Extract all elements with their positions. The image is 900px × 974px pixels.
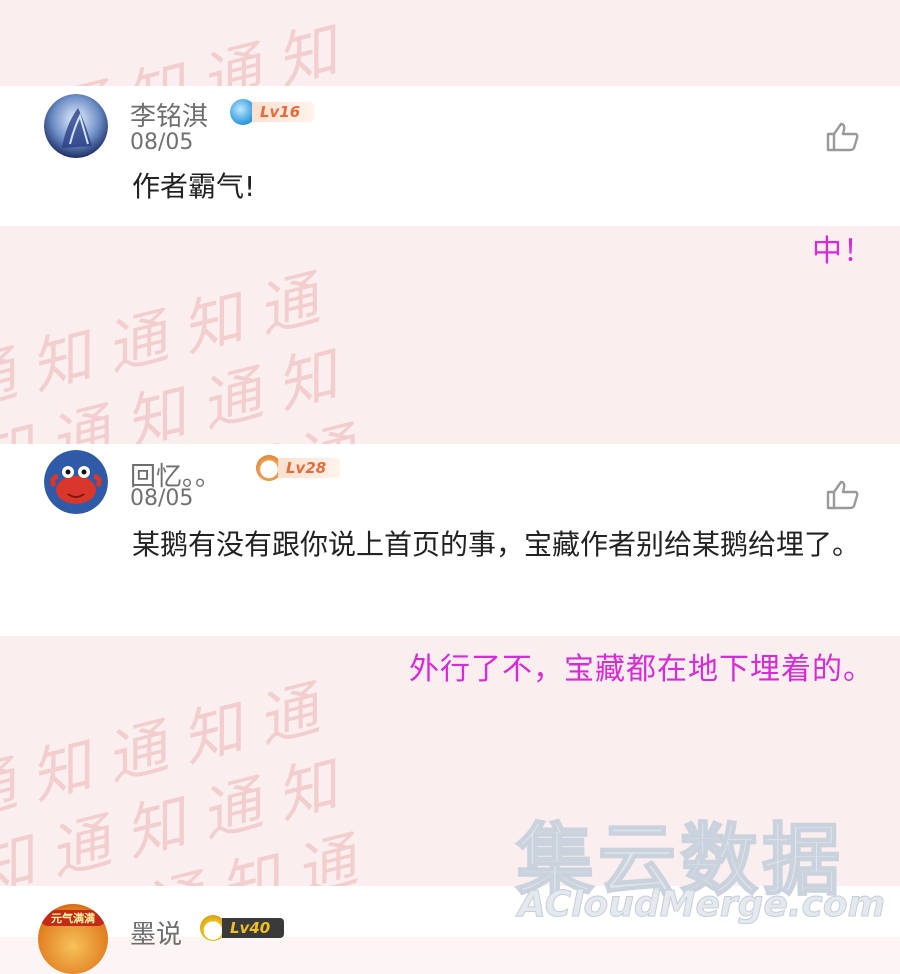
watermark-text: 通知通知通 知通知通知 通知通知通	[0, 259, 381, 444]
username[interactable]: 墨说	[130, 914, 182, 951]
level-label: Lv28	[278, 458, 341, 478]
like-button[interactable]	[826, 122, 860, 152]
level-badge: Lv40	[200, 915, 285, 941]
thumbs-up-icon	[826, 122, 859, 152]
comment-card: 回忆。。 Lv28 08/05 某鹅有没有跟你说上首页的事，宝藏作者别给某鹅给埋…	[0, 444, 900, 636]
watermark-text: 知通知通知	[0, 0, 900, 86]
comment-date: 08/05	[130, 130, 194, 155]
avatar[interactable]	[44, 450, 108, 514]
like-button[interactable]	[826, 480, 860, 510]
level-label: Lv16	[252, 102, 315, 122]
annotation-text: 中！	[812, 234, 874, 269]
comment-text: 某鹅有没有跟你说上首页的事，宝藏作者别给某鹅给埋了。	[132, 528, 861, 561]
level-badge: Lv28	[256, 455, 341, 481]
thumbs-up-icon	[826, 480, 859, 510]
avatar-badge: 元气满满	[40, 910, 106, 926]
level-badge: Lv16	[230, 99, 315, 125]
watermark-band-top: 知通知通知	[0, 0, 900, 86]
annotation-text: 外行了不，宝藏都在地下埋着的。	[409, 652, 874, 687]
comment-date: 08/05	[130, 486, 194, 511]
comment-text: 作者霸气!	[132, 170, 256, 203]
avatar[interactable]: 元气满满	[38, 904, 108, 974]
comment-card: 李铭淇 Lv16 08/05 作者霸气!	[0, 86, 900, 226]
site-logo-watermark: 集云数据 ACloudMerge.com	[515, 798, 886, 928]
watermark-band-middle: 通知通知通 知通知通知 通知通知通	[0, 226, 900, 444]
logo-en-text: ACloudMerge.com	[517, 884, 886, 926]
username[interactable]: 李铭淇	[130, 96, 208, 133]
avatar[interactable]	[44, 94, 108, 158]
level-label: Lv40	[222, 918, 285, 938]
